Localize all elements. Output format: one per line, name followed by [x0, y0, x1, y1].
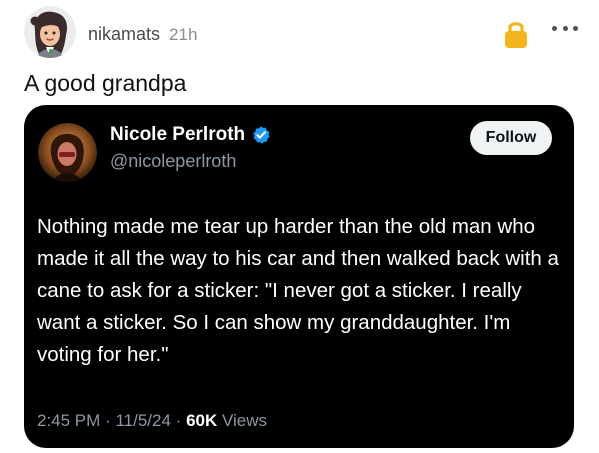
- lock-icon[interactable]: [503, 18, 529, 50]
- tweet-author-name-row: Nicole Perlroth: [110, 124, 271, 146]
- social-post: nikamats 21h A good grandpa Nicole Perlr…: [0, 0, 599, 453]
- tweet-time[interactable]: 2:45 PM: [37, 411, 100, 430]
- embedded-tweet-card[interactable]: Nicole Perlroth @nicoleperlroth Follow N…: [24, 105, 574, 448]
- tweet-views-count: 60K: [186, 411, 218, 430]
- follow-button[interactable]: Follow: [470, 121, 552, 155]
- meta-separator: ·: [105, 411, 111, 430]
- meta-separator: ·: [175, 411, 182, 430]
- more-dot: [573, 25, 578, 31]
- post-author-row: nikamats 21h: [88, 24, 197, 45]
- tweet-author-name[interactable]: Nicole Perlroth: [110, 124, 245, 146]
- tweet-meta: 2:45 PM · 11/5/24 · 60K Views: [37, 411, 267, 431]
- post-author-avatar[interactable]: [24, 6, 76, 58]
- tweet-author-avatar[interactable]: [38, 123, 97, 182]
- tweet-text: Nothing made me tear up harder than the …: [37, 215, 559, 366]
- profile-photo-icon: [38, 123, 97, 182]
- tweet-author-handle[interactable]: @nicoleperlroth: [110, 151, 236, 172]
- more-dot: [562, 25, 568, 31]
- verified-badge-icon: [253, 126, 270, 144]
- more-dot: [552, 25, 557, 31]
- post-title: A good grandpa: [24, 70, 187, 96]
- cartoon-avatar-icon: [24, 6, 76, 58]
- post-author-name[interactable]: nikamats: [88, 24, 160, 45]
- tweet-date[interactable]: 11/5/24: [115, 411, 170, 430]
- post-timestamp: 21h: [169, 25, 198, 44]
- tweet-views-label: Views: [221, 411, 268, 430]
- more-options-icon[interactable]: [552, 18, 578, 38]
